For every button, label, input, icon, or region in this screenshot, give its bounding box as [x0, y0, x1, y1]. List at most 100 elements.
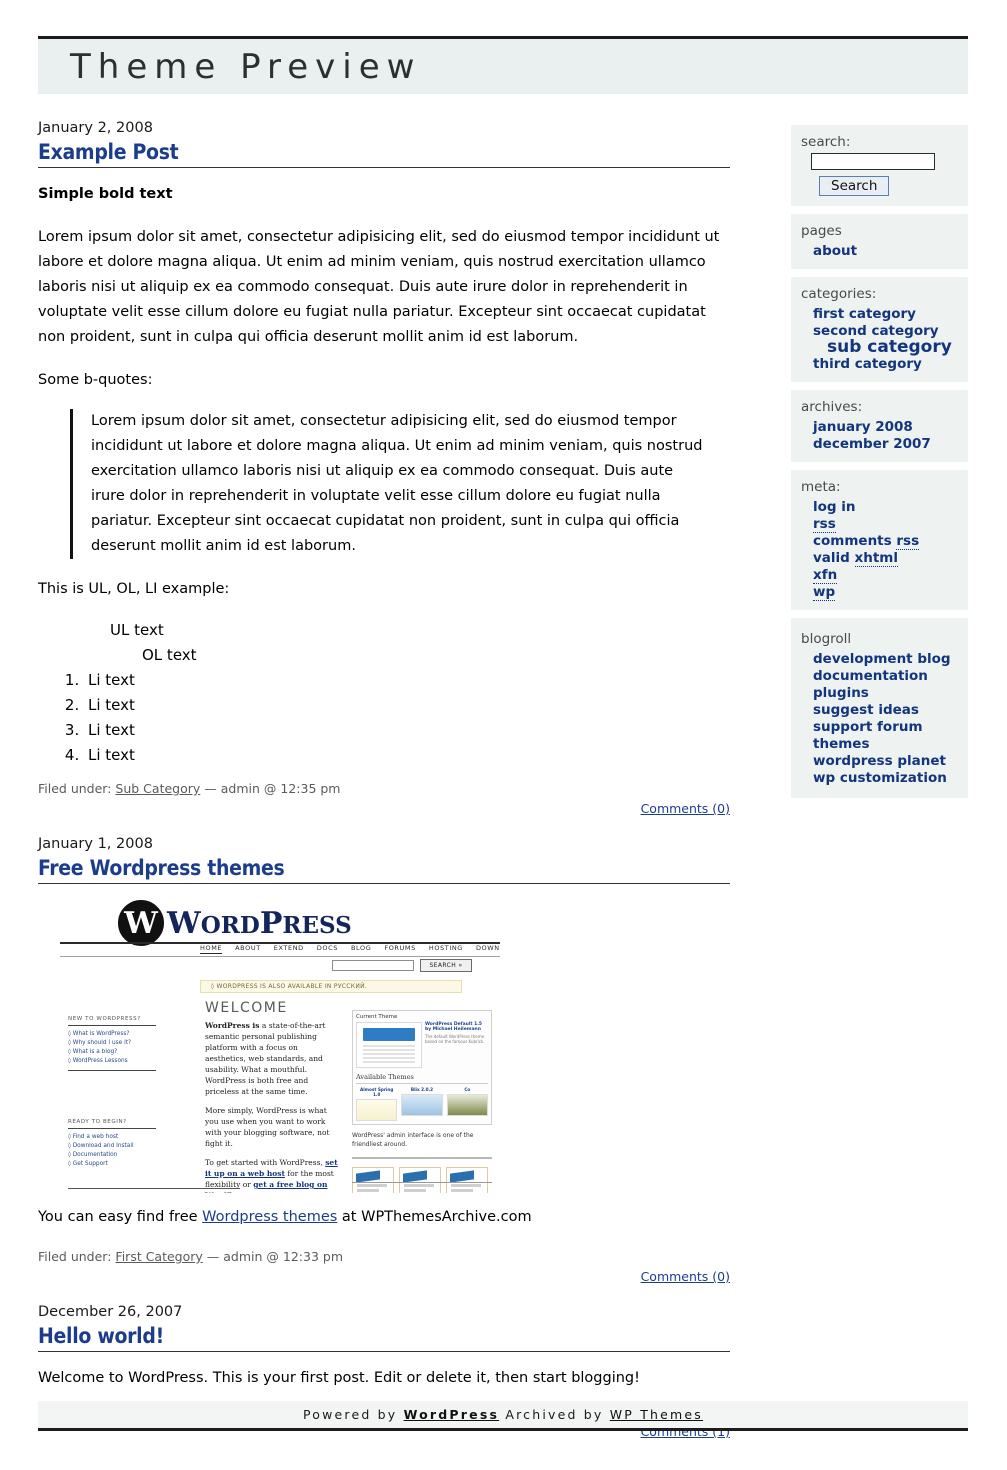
abbr-rss: rss	[896, 533, 920, 550]
main-content: January 2, 2008 Example Post Simple bold…	[38, 118, 730, 1443]
column-heading: NEW TO WORDPRESS?	[68, 1016, 156, 1026]
post-title-link[interactable]: Hello world!	[38, 1324, 730, 1352]
post-category-link[interactable]: Sub Category	[115, 781, 200, 796]
search-label: search:	[801, 134, 851, 150]
comments-link[interactable]: Comments (0)	[641, 1269, 730, 1284]
theme-gallery	[352, 1167, 492, 1193]
sidebar-item-first-category[interactable]: first category	[813, 306, 916, 322]
sidebar-item-wp-customization[interactable]: wp customization	[813, 770, 947, 786]
gallery-thumb	[399, 1167, 441, 1193]
sidebar-item-development-blog[interactable]: development blog	[813, 651, 951, 667]
sidebar-item-documentation[interactable]: documentation	[813, 668, 928, 684]
gallery-thumb	[446, 1167, 488, 1193]
list-item: log in	[813, 498, 958, 515]
nav-item-docs: DOCS	[316, 944, 338, 952]
thumb-line	[363, 1053, 415, 1055]
post-bold-intro: Simple bold text	[38, 186, 173, 202]
nav-item-download: DOWNLOAD	[475, 944, 500, 952]
list-item: UL text	[110, 621, 164, 639]
column-link: ◊ Get Support	[68, 1161, 108, 1167]
divider	[68, 1070, 156, 1071]
sidebar-item-support-forum[interactable]: support forum	[813, 719, 923, 735]
theme-name: WordPress Default 1.5 by Michael Heilema…	[425, 1022, 483, 1032]
sidebar-item-wordpress-planet[interactable]: wordpress planet	[813, 753, 946, 769]
list-item: comments rss	[813, 532, 958, 550]
sidebar-archives-box: archives: january 2008 december 2007	[791, 390, 968, 462]
post-category-link[interactable]: First Category	[115, 1249, 202, 1264]
thumb-line	[363, 1045, 415, 1047]
theme-card: Almost Spring 1.0	[356, 1087, 398, 1121]
post-title-link[interactable]: Free Wordpress themes	[38, 856, 730, 884]
theme-card-image	[446, 1094, 488, 1116]
sidebar-item-themes[interactable]: themes	[813, 736, 869, 752]
post-title-text: Hello world!	[38, 1324, 164, 1348]
intro-paragraph-2: More simply, WordPress is what you use w…	[205, 1106, 330, 1148]
p3-a: To get started with WordPress,	[205, 1158, 326, 1167]
blockquote-text: Lorem ipsum dolor sit amet, consectetur …	[91, 413, 703, 554]
wordpress-language-notice: ◊ WORDPRESS IS ALSO AVAILABLE IN РУССКИЙ…	[200, 980, 462, 993]
comments-link[interactable]: Comments (0)	[641, 801, 730, 816]
search-input[interactable]	[811, 153, 935, 170]
sidebar-item-comments-rss[interactable]: comments rss	[813, 533, 920, 550]
list-item: december 2007	[813, 435, 958, 452]
theme-card-name: Blix 2.0.2	[410, 1087, 434, 1092]
search-button[interactable]: Search	[819, 176, 890, 196]
example-ordered-list: Li text Li text Li text Li text	[38, 668, 730, 768]
sidebar-item-plugins[interactable]: plugins	[813, 685, 869, 701]
list-item: Li text	[84, 718, 730, 743]
column-link: ◊ Find a web host	[68, 1134, 119, 1140]
sidebar-blogroll-box: blogroll development blog documentation …	[791, 618, 968, 798]
sidebar-item-third-category[interactable]: third category	[813, 356, 922, 372]
list-item: suggest ideas	[813, 701, 958, 718]
footer-wordpress-link[interactable]: WordPress	[404, 1407, 500, 1422]
comments-word: comments	[813, 533, 897, 549]
theme-card-image	[401, 1094, 443, 1116]
nav-item-extend: EXTEND	[273, 944, 304, 952]
meta-list: log in rss comments rss valid xhtml xfn …	[801, 498, 958, 601]
thumb-line	[363, 1049, 415, 1051]
example-inner-list: OL text	[110, 643, 730, 668]
panel-title: Current Theme	[356, 1014, 398, 1020]
theme-card: Blix 2.0.2	[401, 1087, 443, 1121]
sidebar-item-suggest-ideas[interactable]: suggest ideas	[813, 702, 919, 718]
wordpress-themes-link[interactable]: Wordpress themes	[202, 1209, 337, 1225]
column-link: ◊ WordPress Lessons	[68, 1058, 128, 1064]
sidebar-item-january-2008[interactable]: january 2008	[813, 419, 913, 435]
sidebar-item-xfn[interactable]: xfn	[813, 567, 838, 584]
post-title-link[interactable]: Example Post	[38, 140, 730, 168]
nav-item-forums: FORUMS	[384, 944, 416, 952]
thumb-line	[363, 1061, 415, 1063]
column-link: ◊ What is a blog?	[68, 1049, 118, 1055]
thumb-line	[451, 1189, 473, 1192]
wordpress-homepage-screenshot: W WORDPRESS HOME ABOUT EXTEND DOCS BLOG …	[60, 898, 500, 1193]
list-item: first category	[813, 305, 958, 322]
archives-list: january 2008 december 2007	[801, 418, 958, 452]
post-spacer	[38, 1288, 730, 1302]
panel-body: WordPress Default 1.5 by Michael Heilema…	[356, 1022, 488, 1068]
sidebar-item-about[interactable]: about	[813, 243, 857, 259]
list-item: Li text	[84, 668, 730, 693]
post-meta-tail: — admin @ 12:33 pm	[206, 1249, 343, 1264]
post-title-text: Example Post	[38, 140, 179, 164]
sidebar-item-wp[interactable]: wp	[813, 584, 836, 601]
post-body: You can easy find free Wordpress themes …	[38, 1199, 730, 1230]
thumb-line	[451, 1184, 481, 1187]
sidebar-categories-box: categories: first category second catego…	[791, 277, 968, 382]
column-link: ◊ Documentation	[68, 1152, 118, 1158]
sidebar-item-valid-xhtml[interactable]: valid xhtml	[813, 550, 898, 567]
theme-card-name: Co	[464, 1087, 471, 1092]
wordpress-wordmark: WORDPRESS	[167, 906, 352, 941]
thumb-shape	[403, 1170, 427, 1183]
theme-thumbnail	[356, 1022, 422, 1068]
sidebar-item-rss[interactable]: rss	[813, 516, 836, 533]
list-item: support forum	[813, 718, 958, 735]
sidebar-item-log-in[interactable]: log in	[813, 499, 856, 515]
list-item: wp	[813, 583, 958, 601]
footer-wp-themes-link[interactable]: WP Themes	[610, 1407, 703, 1422]
valid-word: valid	[813, 550, 855, 566]
sidebar-item-sub-category[interactable]: sub category	[827, 337, 952, 357]
abbr-xfn: xfn	[813, 567, 838, 584]
comments-row: Comments (0)	[38, 800, 730, 818]
sidebar-item-december-2007[interactable]: december 2007	[813, 436, 931, 452]
sidebar-meta-box: meta: log in rss comments rss valid xhtm…	[791, 470, 968, 610]
